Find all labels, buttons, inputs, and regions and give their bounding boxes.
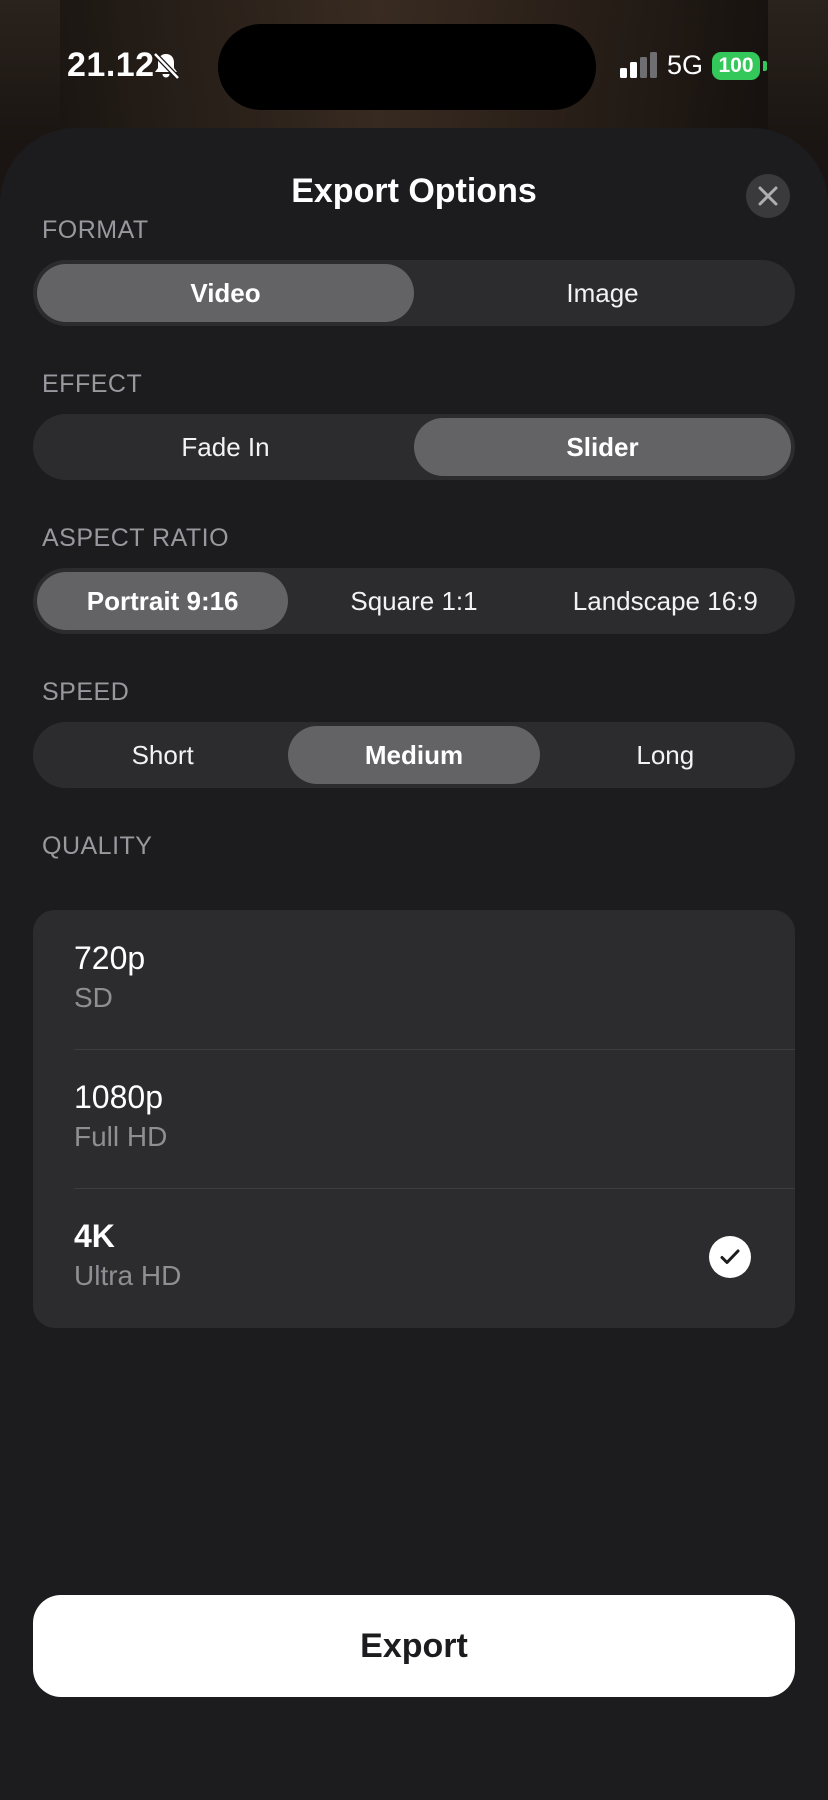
quality-title: 1080p [74,1079,163,1115]
speed-segmented-control: Short Medium Long [33,722,795,788]
aspect-option-portrait[interactable]: Portrait 9:16 [37,572,289,630]
quality-option-720p[interactable]: 720p SD [33,910,795,1049]
network-type: 5G [667,50,704,80]
format-option-image[interactable]: Image [414,264,791,322]
dynamic-island [218,24,596,110]
effect-option-slider[interactable]: Slider [414,418,791,476]
format-segmented-control: Video Image [33,260,795,326]
quality-subtitle: SD [74,982,113,1013]
export-options-sheet: Export Options FORMAT Video Image EFFECT… [0,128,828,1800]
quality-title: 720p [74,940,146,976]
speed-label: SPEED [42,678,130,706]
quality-subtitle: Ultra HD [74,1260,182,1291]
screen: 21.12 5G 100 Export Options FORMAT Video… [0,0,828,1800]
format-label: FORMAT [42,216,149,244]
format-option-video[interactable]: Video [37,264,414,322]
battery-level: 100 [718,54,754,77]
quality-title: 4K [74,1218,115,1254]
export-button[interactable]: Export [33,1595,795,1697]
bell-slash-icon [153,52,180,80]
sheet-title: Export Options [291,172,537,210]
speed-option-medium[interactable]: Medium [288,726,540,784]
battery-tip [763,61,767,71]
status-bar: 21.12 5G 100 [0,0,828,130]
status-time: 21.12 [67,46,155,84]
speed-option-short[interactable]: Short [37,726,288,784]
close-button[interactable] [746,174,790,218]
quality-option-1080p[interactable]: 1080p Full HD [33,1049,795,1188]
signal-icon [620,52,657,78]
close-icon [758,186,778,206]
speed-option-long[interactable]: Long [540,726,791,784]
effect-segmented-control: Fade In Slider [33,414,795,480]
quality-list: 720p SD 1080p Full HD 4K Ultra HD [33,910,795,1328]
effect-option-fade-in[interactable]: Fade In [37,418,414,476]
battery-indicator: 100 [712,52,760,80]
aspect-option-square[interactable]: Square 1:1 [288,572,539,630]
quality-subtitle: Full HD [74,1121,168,1152]
aspect-option-landscape[interactable]: Landscape 16:9 [540,572,791,630]
quality-option-4k[interactable]: 4K Ultra HD [33,1188,795,1327]
aspect-ratio-segmented-control: Portrait 9:16 Square 1:1 Landscape 16:9 [33,568,795,634]
checkmark-icon [709,1236,751,1278]
effect-label: EFFECT [42,370,143,398]
aspect-ratio-label: ASPECT RATIO [42,524,230,552]
quality-label: QUALITY [42,832,153,860]
